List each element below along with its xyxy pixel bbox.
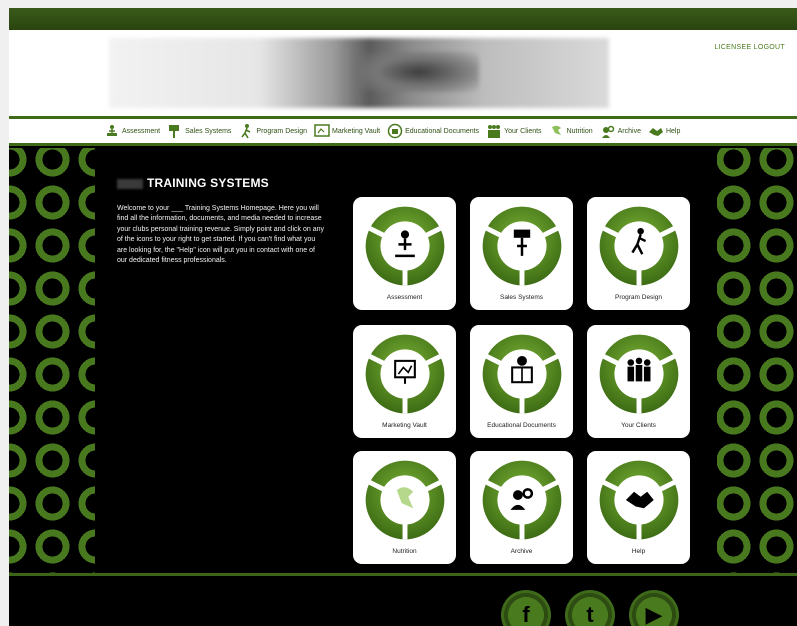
redacted-brand <box>117 178 143 189</box>
logout-link[interactable]: LICENSEE LOGOUT <box>714 44 785 51</box>
nav-item-label: Archive <box>617 127 641 135</box>
top-bar <box>9 8 797 30</box>
nutrition-icon <box>549 123 565 139</box>
site-logo[interactable] <box>109 38 609 108</box>
sales-systems-icon <box>167 123 183 139</box>
nav-item-label: Help <box>665 127 681 135</box>
page-title: TRAINING SYSTEMS <box>117 176 269 190</box>
archive-icon <box>481 459 563 541</box>
your-clients-icon <box>598 333 680 415</box>
tile-label: Archive <box>510 548 533 555</box>
tile-label: Program Design <box>615 294 662 301</box>
tile-your-clients[interactable]: Your Clients <box>587 325 690 438</box>
tile-label: Your Clients <box>621 422 656 429</box>
help-icon <box>598 459 680 541</box>
nav-item-label: Program Design <box>256 127 307 135</box>
educational-documents-icon <box>481 333 563 415</box>
tile-nutrition[interactable]: Nutrition <box>353 451 456 564</box>
educational-documents-icon <box>387 123 403 139</box>
nav-item-marketing-vault[interactable]: Marketing Vault <box>314 123 380 139</box>
tile-educational-documents[interactable]: Educational Documents <box>470 325 573 438</box>
nav-item-educational-documents[interactable]: Educational Documents <box>387 123 479 139</box>
nav-item-label: Your Clients <box>504 127 542 135</box>
nav-item-archive[interactable]: Archive <box>600 123 641 139</box>
youtube-icon[interactable]: ▶ <box>629 590 679 626</box>
header: LICENSEE LOGOUT <box>9 30 797 116</box>
nav-item-nutrition[interactable]: Nutrition <box>549 123 593 139</box>
tile-label: Sales Systems <box>500 294 543 301</box>
nav-item-assessment[interactable]: Assessment <box>104 123 160 139</box>
facebook-icon[interactable]: f <box>501 590 551 626</box>
sales-systems-icon <box>481 205 563 287</box>
nav-item-help[interactable]: Help <box>648 123 680 139</box>
twitter-icon[interactable]: t <box>565 590 615 626</box>
nav-item-label: Marketing Vault <box>332 127 381 135</box>
nav-bar: Assessment Sales Systems Program Design Mar… <box>9 116 797 146</box>
tile-label: Marketing Vault <box>382 422 427 429</box>
marketing-vault-icon <box>314 123 330 139</box>
archive-icon <box>600 123 616 139</box>
intro-text: Welcome to your ___ Training Systems Hom… <box>117 205 325 265</box>
main-content: TRAINING SYSTEMS Welcome to your ___ Tra… <box>95 148 717 573</box>
tile-label: Nutrition <box>392 548 417 555</box>
tile-label: Help <box>631 548 646 555</box>
tile-label: Assessment <box>386 294 423 301</box>
nav-item-label: Assessment <box>122 127 161 135</box>
help-icon <box>648 123 664 139</box>
assessment-icon <box>364 205 446 287</box>
decorative-pattern-right <box>717 148 797 573</box>
tile-archive[interactable]: Archive <box>470 451 573 564</box>
nav-item-label: Educational Documents <box>405 127 480 135</box>
page: LICENSEE LOGOUT Assessment Sales Systems P… <box>9 8 797 626</box>
assessment-icon <box>104 123 120 139</box>
tile-label: Educational Documents <box>487 422 556 429</box>
tile-marketing-vault[interactable]: Marketing Vault <box>353 325 456 438</box>
nav-item-label: Nutrition <box>566 127 593 135</box>
marketing-vault-icon <box>364 333 446 415</box>
footer: f t ▶ <box>9 573 797 626</box>
your-clients-icon <box>486 123 502 139</box>
nav-item-your-clients[interactable]: Your Clients <box>486 123 542 139</box>
tile-program-design[interactable]: Program Design <box>587 197 690 310</box>
tile-help[interactable]: Help <box>587 451 690 564</box>
nav-item-sales-systems[interactable]: Sales Systems <box>167 123 231 139</box>
nav-item-label: Sales Systems <box>185 127 232 135</box>
nutrition-icon <box>364 459 446 541</box>
tile-sales-systems[interactable]: Sales Systems <box>470 197 573 310</box>
tile-assessment[interactable]: Assessment <box>353 197 456 310</box>
program-design-icon <box>238 123 254 139</box>
decorative-pattern-left <box>9 148 95 573</box>
program-design-icon <box>598 205 680 287</box>
nav-item-program-design[interactable]: Program Design <box>238 123 307 139</box>
